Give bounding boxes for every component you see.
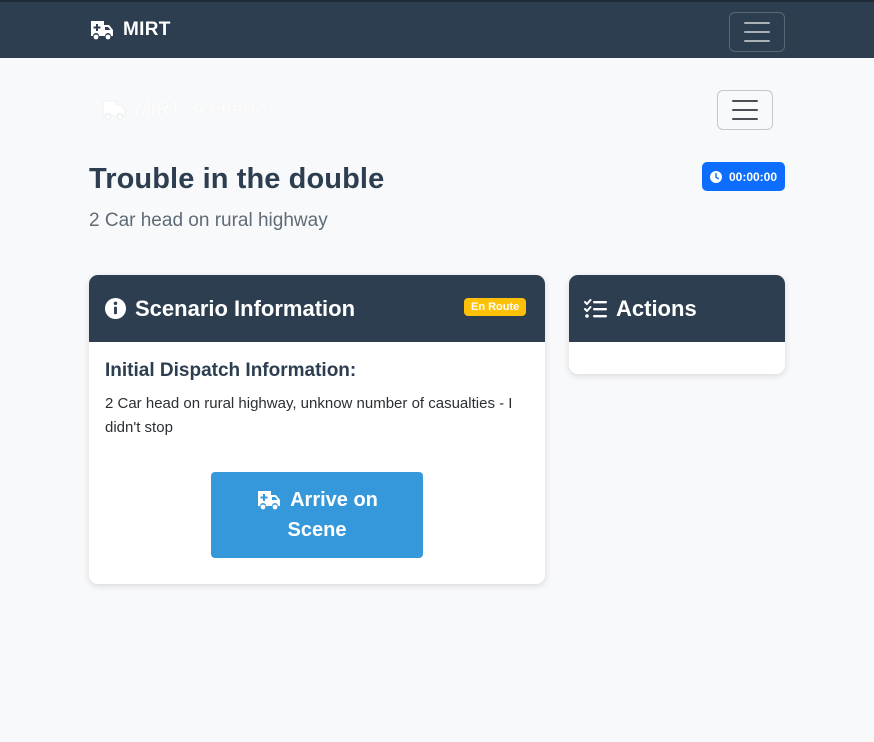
timer-badge: 00:00:00 [702,162,785,191]
hamburger-icon [732,100,758,102]
brand-label: MIRT [123,19,171,40]
timer-value: 00:00:00 [728,169,778,184]
top-navbar: MIRT [0,0,874,58]
actions-header: Actions [569,275,785,342]
dispatch-text: 2 Car head on rural highway, unknow numb… [105,395,513,436]
dispatch-heading: Initial Dispatch Information: [105,360,357,381]
actions-card: Actions [569,275,785,374]
scenario-nav-toggle-button[interactable] [717,90,773,130]
navbar-brand[interactable]: MIRT [89,19,171,41]
page-title: Trouble in the double [89,163,385,195]
hamburger-icon [744,22,770,24]
status-badge: En Route [464,298,527,316]
navbar-toggle-button[interactable] [729,12,785,52]
checklist-icon [584,298,607,318]
actions-title: Actions [616,295,697,321]
arrive-button-label-2: Scene [287,519,347,541]
ambulance-icon [258,491,281,510]
page-subtitle: 2 Car head on rural highway [89,210,328,231]
scenario-info-header: Scenario Information En Route [89,275,545,342]
scenario-info-title: Scenario Information [135,295,356,321]
ambulance-icon [102,100,126,120]
arrive-on-scene-button[interactable]: Arrive on Scene [211,472,423,558]
clock-icon [709,170,722,183]
scenario-info-card: Scenario Information En Route Initial Di… [89,275,545,584]
arrive-button-label-1: Arrive on [290,489,378,511]
scenario-brand[interactable]: MIRT Scenario [101,99,267,121]
ambulance-icon [91,21,113,40]
scenario-brand-label: MIRT Scenario [135,99,267,120]
info-icon [104,297,127,320]
